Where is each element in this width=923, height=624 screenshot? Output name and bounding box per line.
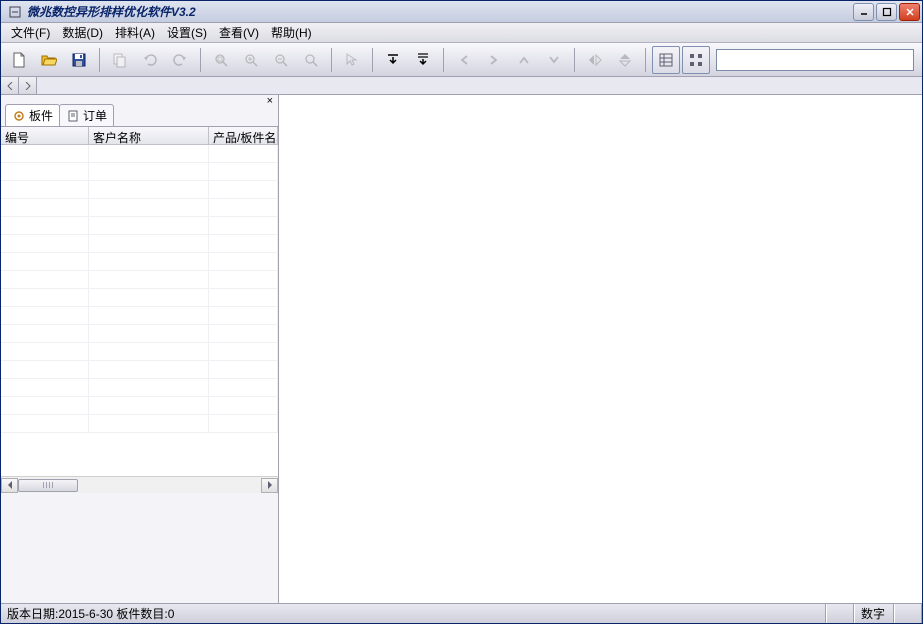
undo-button	[136, 46, 164, 74]
grid-body[interactable]	[1, 145, 278, 476]
app-icon	[7, 4, 23, 20]
tab-orders-label: 订单	[83, 107, 107, 124]
status-text: 版本日期:2015-6-30 板件数目:0	[1, 604, 826, 623]
order-icon	[66, 109, 80, 123]
menu-nest[interactable]: 排料(A)	[109, 22, 161, 43]
status-numlock: 数字	[854, 604, 894, 623]
menu-view[interactable]: 查看(V)	[213, 22, 265, 43]
select-button	[338, 46, 366, 74]
toolbar-separator	[443, 48, 444, 72]
status-slot-3	[894, 604, 922, 623]
grid-header: 编号 客户名称 产品/板件名称	[1, 127, 278, 145]
grid-horizontal-scrollbar[interactable]	[1, 476, 278, 493]
panel-tabs: 板件 订单	[1, 105, 278, 127]
tab-orders[interactable]: 订单	[59, 104, 114, 126]
import-stack-button[interactable]	[409, 46, 437, 74]
app-title: 微兆数控异形排样优化软件V3.2	[27, 3, 853, 20]
table-row	[1, 397, 278, 415]
toolbar-separator	[645, 48, 646, 72]
panel-spacer	[1, 493, 278, 603]
toolbar-separator	[99, 48, 100, 72]
maximize-button[interactable]	[876, 3, 897, 21]
table-row	[1, 199, 278, 217]
view-grid-button[interactable]	[682, 46, 710, 74]
toolbar-separator	[331, 48, 332, 72]
import-down-button[interactable]	[379, 46, 407, 74]
app-window: 微兆数控异形排样优化软件V3.2 文件(F) 数据(D) 排料(A) 设置(S)…	[0, 0, 923, 624]
window-controls	[853, 3, 920, 21]
gear-icon	[12, 109, 26, 123]
status-slot-1	[826, 604, 854, 623]
panel-close-icon[interactable]: ×	[264, 95, 276, 107]
menu-data[interactable]: 数据(D)	[56, 22, 109, 43]
menu-file[interactable]: 文件(F)	[5, 22, 56, 43]
menu-help[interactable]: 帮助(H)	[265, 22, 318, 43]
table-row	[1, 325, 278, 343]
arrow-down-button	[540, 46, 568, 74]
zoom-out-button	[267, 46, 295, 74]
scroll-right-button[interactable]	[261, 478, 278, 493]
table-row	[1, 235, 278, 253]
tab-scroll-right[interactable]	[19, 77, 37, 94]
table-row	[1, 217, 278, 235]
view-list-button[interactable]	[652, 46, 680, 74]
statusbar: 版本日期:2015-6-30 板件数目:0 数字	[1, 603, 922, 623]
titlebar: 微兆数控异形排样优化软件V3.2	[1, 1, 922, 23]
canvas-area[interactable]	[279, 95, 922, 603]
arrow-up-button	[510, 46, 538, 74]
toolbar-input[interactable]	[716, 49, 914, 71]
menu-settings[interactable]: 设置(S)	[161, 22, 213, 43]
col-id[interactable]: 编号	[1, 127, 89, 144]
arrow-right-button	[480, 46, 508, 74]
minimize-button[interactable]	[853, 3, 874, 21]
table-row	[1, 415, 278, 433]
toolbar-separator	[372, 48, 373, 72]
table-row	[1, 163, 278, 181]
tab-parts-label: 板件	[29, 107, 53, 124]
copy-button	[106, 46, 134, 74]
save-file-button[interactable]	[65, 46, 93, 74]
parts-grid: 编号 客户名称 产品/板件名称	[1, 127, 278, 493]
tab-scroll-left[interactable]	[1, 77, 19, 94]
new-file-button[interactable]	[5, 46, 33, 74]
toolbar-separator	[574, 48, 575, 72]
redo-button	[166, 46, 194, 74]
flip-vertical-button	[611, 46, 639, 74]
scroll-track[interactable]	[18, 478, 261, 493]
toolbar-separator	[200, 48, 201, 72]
table-row	[1, 343, 278, 361]
table-row	[1, 379, 278, 397]
zoom-fit-button	[207, 46, 235, 74]
arrow-left-button	[450, 46, 478, 74]
side-panel: × 板件 订单 编号 客户名称 产品/板件名称	[1, 95, 279, 603]
table-row	[1, 307, 278, 325]
col-product[interactable]: 产品/板件名称	[209, 127, 278, 144]
close-button[interactable]	[899, 3, 920, 21]
table-row	[1, 181, 278, 199]
open-file-button[interactable]	[35, 46, 63, 74]
tab-parts[interactable]: 板件	[5, 104, 60, 126]
workarea: × 板件 订单 编号 客户名称 产品/板件名称	[1, 95, 922, 603]
menubar: 文件(F) 数据(D) 排料(A) 设置(S) 查看(V) 帮助(H)	[1, 23, 922, 43]
document-tabbar	[1, 77, 922, 95]
scroll-left-button[interactable]	[1, 478, 18, 493]
flip-horizontal-button	[581, 46, 609, 74]
scroll-thumb[interactable]	[18, 479, 78, 492]
toolbar	[1, 43, 922, 77]
table-row	[1, 253, 278, 271]
table-row	[1, 271, 278, 289]
table-row	[1, 361, 278, 379]
zoom-in-button	[237, 46, 265, 74]
table-row	[1, 145, 278, 163]
table-row	[1, 289, 278, 307]
zoom-button	[297, 46, 325, 74]
col-customer[interactable]: 客户名称	[89, 127, 209, 144]
